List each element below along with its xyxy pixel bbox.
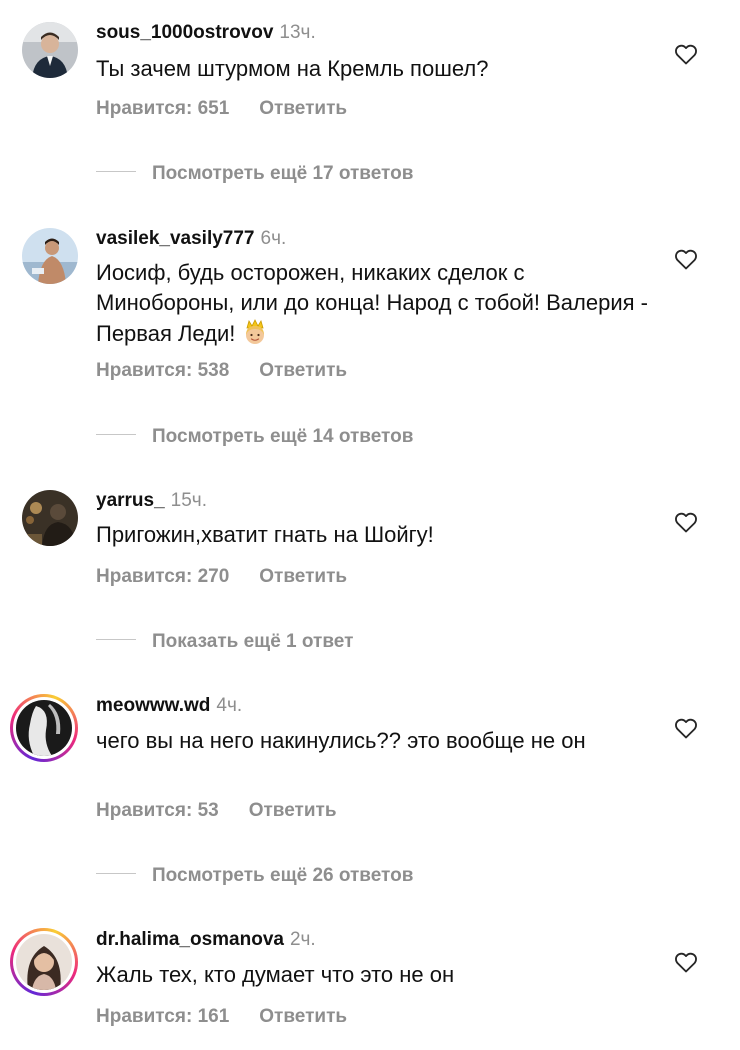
reply-button[interactable]: Ответить	[259, 98, 347, 119]
avatar	[16, 700, 72, 756]
comment-likes[interactable]: Нравится: 53	[96, 800, 219, 821]
comment-text: Пригожин,хватит гнать на Шойгу!	[96, 522, 434, 547]
heart-icon[interactable]	[674, 951, 698, 973]
avatar[interactable]	[22, 490, 78, 546]
avatar-story-ring[interactable]	[10, 694, 78, 762]
comment-text: чего вы на него накинулись?? это вообще …	[96, 728, 586, 753]
princess-emoji-icon	[241, 318, 269, 346]
comment-likes[interactable]: Нравится: 651	[96, 98, 229, 119]
avatar	[16, 934, 72, 990]
comment-username[interactable]: yarrus_	[96, 490, 165, 511]
view-more-replies-label: Посмотреть ещё 26 ответов	[152, 865, 414, 886]
reply-button[interactable]: Ответить	[259, 360, 347, 381]
divider	[96, 639, 136, 641]
comment-text: Жаль тех, кто думает что это не он	[96, 962, 455, 987]
reply-button[interactable]: Ответить	[249, 800, 337, 821]
view-more-replies[interactable]: Посмотреть ещё 14 ответов	[96, 426, 413, 448]
view-more-replies[interactable]: Посмотреть ещё 26 ответов	[96, 865, 413, 887]
comment-time: 6ч.	[260, 228, 287, 249]
divider	[96, 873, 136, 875]
view-more-replies-label: Посмотреть ещё 14 ответов	[152, 426, 414, 447]
comment-username[interactable]: vasilek_vasily777	[96, 228, 255, 249]
comment-likes[interactable]: Нравится: 538	[96, 360, 229, 381]
heart-icon[interactable]	[674, 511, 698, 533]
comment-username[interactable]: meowww.wd	[96, 695, 210, 716]
heart-icon[interactable]	[674, 248, 698, 270]
comment-time: 4ч.	[216, 695, 243, 716]
view-more-replies-label: Показать ещё 1 ответ	[152, 631, 354, 652]
view-more-replies[interactable]: Посмотреть ещё 17 ответов	[96, 163, 413, 185]
comment-time: 2ч.	[289, 929, 316, 950]
view-more-replies[interactable]: Показать ещё 1 ответ	[96, 631, 353, 653]
avatar[interactable]	[22, 22, 78, 78]
comment-time: 13ч.	[279, 22, 316, 43]
comment-text: Ты зачем штурмом на Кремль пошел?	[96, 56, 489, 81]
comment-likes[interactable]: Нравится: 161	[96, 1006, 229, 1027]
comment-username[interactable]: dr.halima_osmanova	[96, 929, 284, 950]
reply-button[interactable]: Ответить	[259, 1006, 347, 1027]
reply-button[interactable]: Ответить	[259, 566, 347, 587]
heart-icon[interactable]	[674, 717, 698, 739]
comment-likes[interactable]: Нравится: 270	[96, 566, 229, 587]
comment-text-body: Иосиф, будь осторожен, никаких сделок с …	[96, 260, 648, 346]
comment-text: Иосиф, будь осторожен, никаких сделок с …	[96, 258, 666, 349]
divider	[96, 434, 136, 436]
avatar-story-ring[interactable]	[10, 928, 78, 996]
avatar[interactable]	[22, 228, 78, 284]
comment-time: 15ч.	[170, 490, 207, 511]
divider	[96, 171, 136, 173]
heart-icon[interactable]	[674, 43, 698, 65]
comment-username[interactable]: sous_1000ostrovov	[96, 22, 273, 43]
view-more-replies-label: Посмотреть ещё 17 ответов	[152, 163, 414, 184]
